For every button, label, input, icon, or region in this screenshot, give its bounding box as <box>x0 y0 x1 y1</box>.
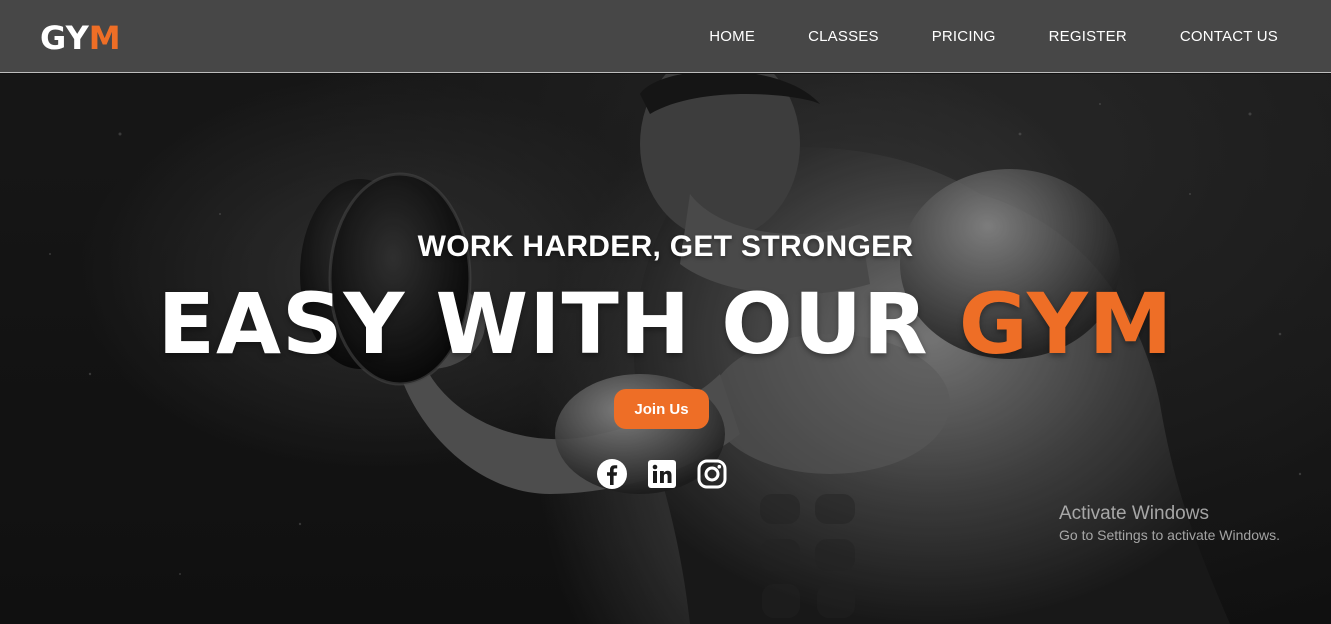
hero-headline-main: EASY WITH OUR <box>157 275 959 373</box>
navbar: GYM HOME CLASSES PRICING REGISTER CONTAC… <box>0 0 1331 73</box>
nav-link-contact-us[interactable]: CONTACT US <box>1180 28 1278 45</box>
nav-link-register[interactable]: REGISTER <box>1049 28 1127 45</box>
watermark-subtitle: Go to Settings to activate Windows. <box>1059 527 1280 543</box>
landing-page: GYM HOME CLASSES PRICING REGISTER CONTAC… <box>0 0 1331 624</box>
hero-headline: EASY WITH OUR GYM <box>0 274 1331 374</box>
logo-accent-text: M <box>88 19 121 57</box>
hero-tagline: WORK HARDER, GET STRONGER <box>417 230 914 263</box>
instagram-icon[interactable] <box>696 458 728 490</box>
hero-headline-accent: GYM <box>958 275 1174 373</box>
nav-menu: HOME CLASSES PRICING REGISTER CONTACT US <box>709 0 1331 73</box>
watermark-title: Activate Windows <box>1059 503 1209 524</box>
join-us-button[interactable]: Join Us <box>614 389 709 429</box>
linkedin-icon[interactable] <box>646 458 678 490</box>
social-links <box>596 458 728 490</box>
nav-link-home[interactable]: HOME <box>709 28 755 45</box>
facebook-icon[interactable] <box>596 458 628 490</box>
logo[interactable]: GYM <box>40 18 121 58</box>
nav-link-classes[interactable]: CLASSES <box>808 28 879 45</box>
windows-activation-watermark: Activate Windows Go to Settings to activ… <box>1059 502 1280 544</box>
nav-link-pricing[interactable]: PRICING <box>932 28 996 45</box>
logo-text: GY <box>40 19 89 57</box>
